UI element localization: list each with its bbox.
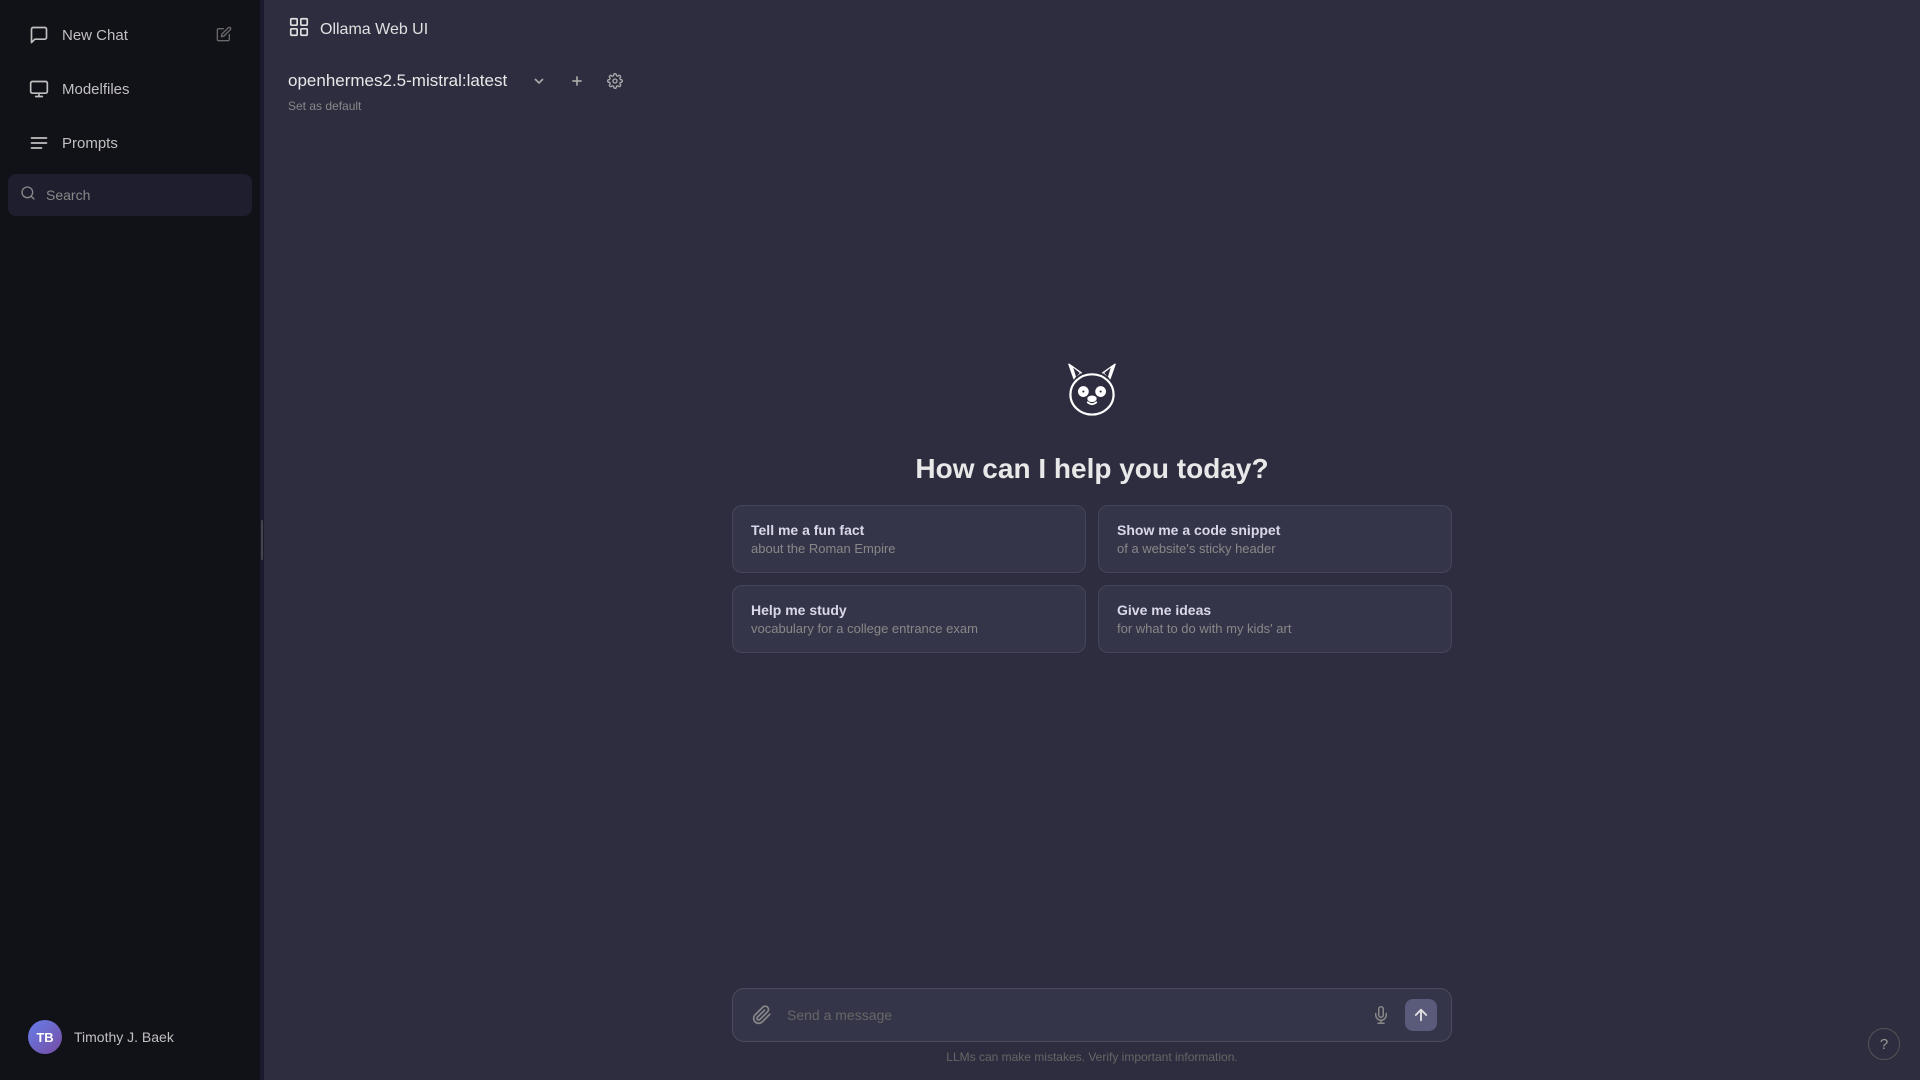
new-chat-icon — [28, 24, 50, 46]
main-content: Ollama Web UI openhermes2.5-mistral:late… — [264, 0, 1920, 1080]
chat-input-container — [732, 988, 1452, 1042]
sidebar-item-prompts[interactable]: Prompts — [8, 118, 252, 168]
suggestion-title-0: Tell me a fun fact — [751, 522, 1067, 538]
suggestion-card-0[interactable]: Tell me a fun fact about the Roman Empir… — [732, 505, 1086, 573]
search-container[interactable] — [8, 174, 252, 216]
suggestion-sub-1: of a website's sticky header — [1117, 541, 1433, 556]
suggestion-sub-3: for what to do with my kids' art — [1117, 621, 1433, 636]
prompts-label: Prompts — [62, 135, 118, 152]
suggestion-title-3: Give me ideas — [1117, 602, 1433, 618]
suggestion-sub-2: vocabulary for a college entrance exam — [751, 621, 1067, 636]
search-input[interactable] — [46, 187, 240, 203]
sidebar: New Chat Modelfiles Promp — [0, 0, 260, 1080]
suggestion-sub-0: about the Roman Empire — [751, 541, 1067, 556]
new-chat-label: New Chat — [62, 27, 128, 44]
app-name: Ollama Web UI — [320, 21, 428, 39]
suggestion-card-1[interactable]: Show me a code snippet of a website's st… — [1098, 505, 1452, 573]
chat-input[interactable] — [787, 1007, 1355, 1023]
sidebar-item-modelfiles[interactable]: Modelfiles — [8, 64, 252, 114]
modelfiles-icon — [28, 78, 50, 100]
input-area: LLMs can make mistakes. Verify important… — [264, 988, 1920, 1080]
suggestion-card-2[interactable]: Help me study vocabulary for a college e… — [732, 585, 1086, 653]
app-logo-icon — [288, 16, 310, 43]
suggestion-card-3[interactable]: Give me ideas for what to do with my kid… — [1098, 585, 1452, 653]
input-actions — [1365, 999, 1437, 1031]
send-button[interactable] — [1405, 999, 1437, 1031]
prompts-icon — [28, 132, 50, 154]
topbar: Ollama Web UI — [264, 0, 1920, 59]
model-settings-button[interactable] — [601, 67, 629, 95]
set-default-link[interactable]: Set as default — [288, 99, 1896, 113]
model-name: openhermes2.5-mistral:latest — [288, 71, 507, 91]
mascot-icon — [1052, 353, 1132, 433]
modelfiles-label: Modelfiles — [62, 81, 130, 98]
model-dropdown-button[interactable] — [525, 67, 553, 95]
model-bar: openhermes2.5-mistral:latest — [264, 59, 1920, 117]
search-icon — [20, 185, 36, 206]
suggestions-grid: Tell me a fun fact about the Roman Empir… — [732, 505, 1452, 653]
suggestion-title-2: Help me study — [751, 602, 1067, 618]
edit-icon — [216, 26, 232, 45]
mic-button[interactable] — [1365, 999, 1397, 1031]
attach-button[interactable] — [747, 1000, 777, 1030]
welcome-text: How can I help you today? — [915, 453, 1268, 485]
model-add-button[interactable] — [563, 67, 591, 95]
avatar: TB — [28, 1020, 62, 1054]
suggestion-title-1: Show me a code snippet — [1117, 522, 1433, 538]
welcome-area: How can I help you today? Tell me a fun … — [264, 117, 1920, 988]
new-chat-button[interactable]: New Chat — [8, 10, 252, 60]
user-name: Timothy J. Baek — [74, 1029, 174, 1045]
user-profile[interactable]: TB Timothy J. Baek — [8, 1006, 252, 1068]
model-action-buttons — [525, 67, 629, 95]
disclaimer-text: LLMs can make mistakes. Verify important… — [946, 1050, 1237, 1064]
model-selector[interactable]: openhermes2.5-mistral:latest — [288, 71, 507, 91]
help-button[interactable]: ? — [1868, 1028, 1900, 1060]
app-logo: Ollama Web UI — [288, 16, 428, 43]
